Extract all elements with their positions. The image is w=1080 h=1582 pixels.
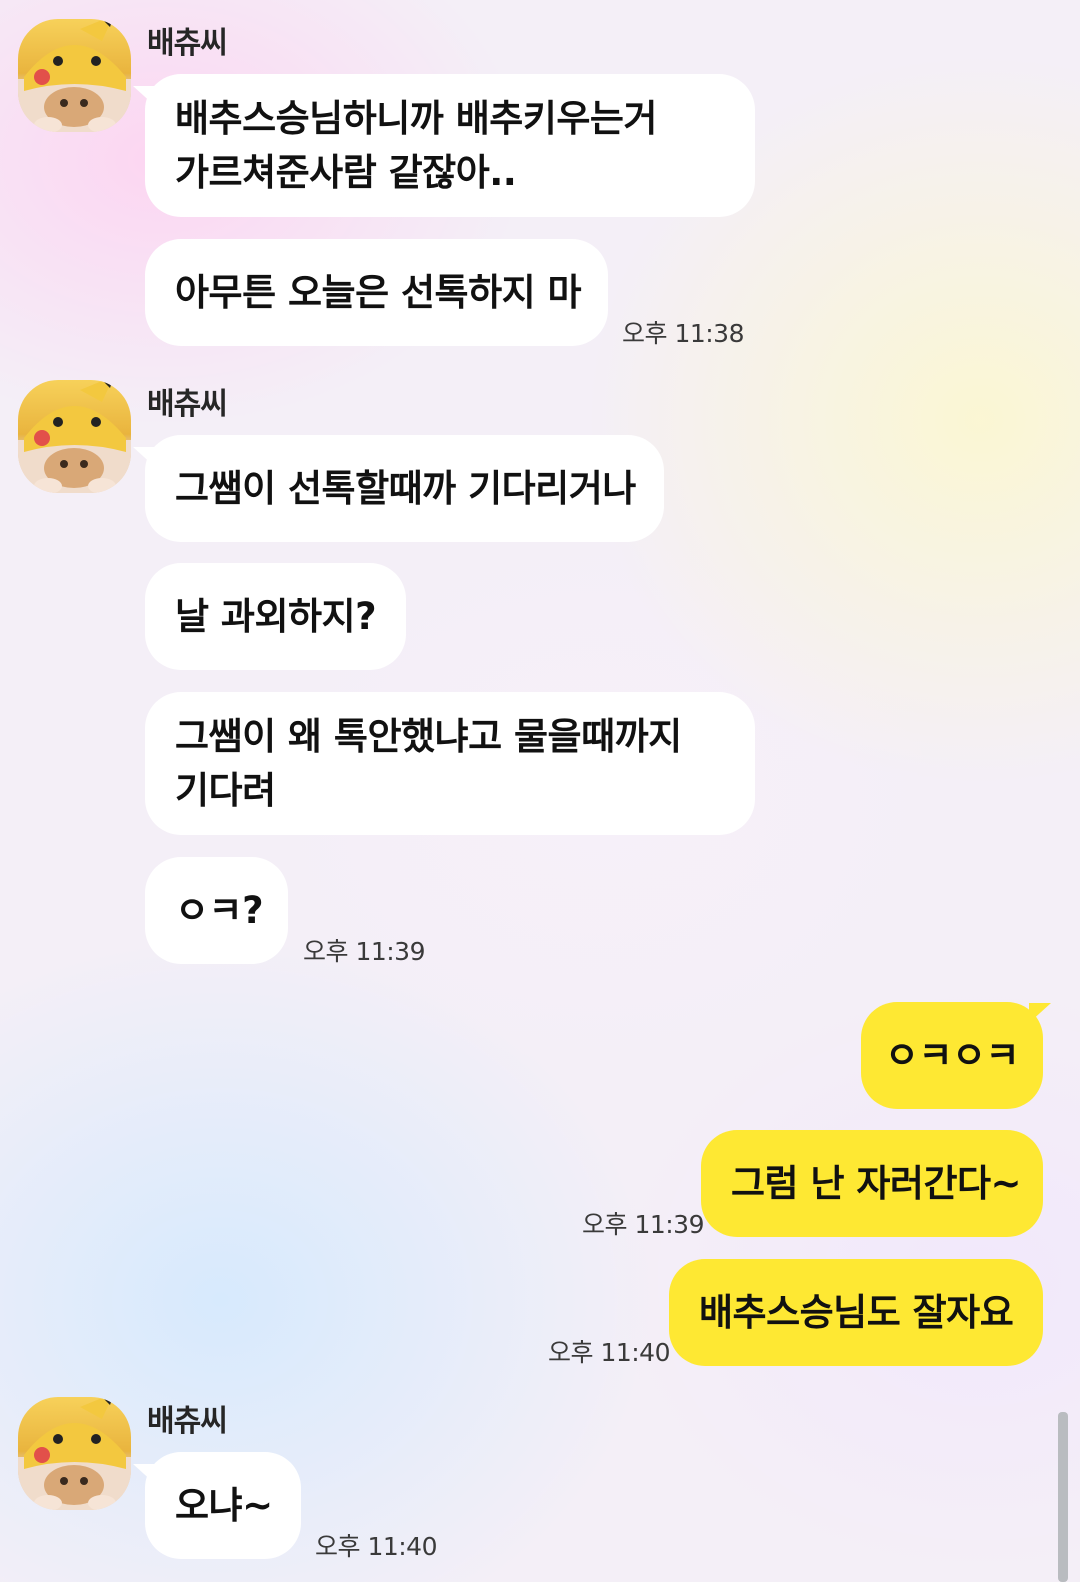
sender-avatar[interactable] <box>18 1397 131 1510</box>
message-bubble[interactable]: 날 과외하지? <box>145 563 406 670</box>
message-timestamp: 오후 11:40 <box>548 1338 671 1367</box>
pikachu-hat-cat-icon <box>18 1397 131 1510</box>
sender-avatar[interactable] <box>18 380 131 493</box>
message-text: 오냐~ <box>175 1483 273 1527</box>
message-text: ㅇㅋㅇㅋ <box>884 1033 1020 1077</box>
message-text: 아무튼 오늘은 선톡하지 마 <box>175 270 582 314</box>
message-line: 그쌤이 왜 톡안했냐고 물을때까지 <box>175 714 682 758</box>
sender-name: 배츄씨 <box>147 387 228 422</box>
message-bubble[interactable]: 배추스승님하니까 배추키우는거 가르쳐준사람 같잖아.. <box>145 74 755 217</box>
sender-avatar[interactable] <box>18 19 131 132</box>
message-line: 배추스승님하니까 배추키우는거 <box>175 96 657 140</box>
my-message-bubble[interactable]: 배추스승님도 잘자요 <box>669 1259 1043 1366</box>
message-text: 날 과외하지? <box>175 594 377 638</box>
message-line: 가르쳐준사람 같잖아.. <box>175 150 517 194</box>
message-timestamp: 오후 11:39 <box>303 937 426 966</box>
message-bubble[interactable]: 그쌤이 왜 톡안했냐고 물을때까지 기다려 <box>145 692 755 835</box>
pikachu-hat-cat-icon <box>18 380 131 493</box>
my-message-bubble[interactable]: 그럼 난 자러간다~ <box>701 1130 1043 1237</box>
sender-name: 배츄씨 <box>147 26 228 61</box>
message-line: 기다려 <box>175 768 276 812</box>
my-message-bubble[interactable]: ㅇㅋㅇㅋ <box>861 1002 1043 1109</box>
pikachu-hat-cat-icon <box>18 19 131 132</box>
sender-name: 배츄씨 <box>147 1404 228 1439</box>
message-text: 그럼 난 자러간다~ <box>731 1161 1022 1205</box>
message-bubble[interactable]: 오냐~ <box>145 1452 301 1559</box>
message-text: 그쌤이 선톡할때까 기다리거나 <box>175 466 636 510</box>
message-timestamp: 오후 11:39 <box>582 1210 705 1239</box>
message-bubble[interactable]: 그쌤이 선톡할때까 기다리거나 <box>145 435 664 542</box>
message-bubble[interactable]: 아무튼 오늘은 선톡하지 마 <box>145 239 608 346</box>
message-text: 배추스승님도 잘자요 <box>699 1290 1014 1334</box>
message-bubble[interactable]: ㅇㅋ? <box>145 857 288 964</box>
message-timestamp: 오후 11:38 <box>622 319 745 348</box>
message-timestamp: 오후 11:40 <box>315 1532 438 1561</box>
message-text: ㅇㅋ? <box>175 888 264 932</box>
scrollbar[interactable] <box>1058 1412 1068 1582</box>
